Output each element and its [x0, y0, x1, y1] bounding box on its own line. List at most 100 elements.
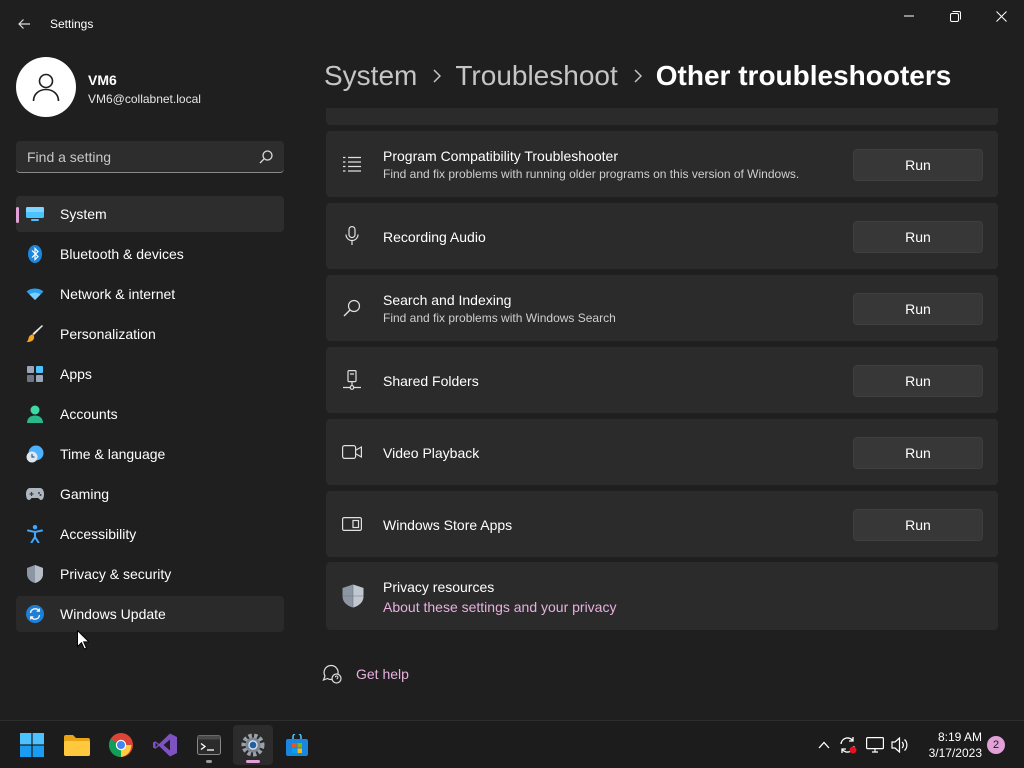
sidebar-item-bluetooth[interactable]: Bluetooth & devices	[16, 236, 284, 272]
sidebar-item-label: Apps	[60, 366, 92, 382]
run-button[interactable]: Run	[853, 437, 983, 469]
privacy-resources-card: Privacy resources About these settings a…	[326, 562, 998, 630]
store-icon	[286, 734, 308, 756]
settings-icon	[241, 733, 265, 757]
get-help-label: Get help	[356, 666, 409, 682]
taskbar-settings[interactable]	[233, 725, 273, 765]
bluetooth-icon	[26, 245, 44, 263]
sync-icon[interactable]	[838, 735, 858, 755]
sidebar-item-windows-update[interactable]: Windows Update	[16, 596, 284, 632]
run-button[interactable]: Run	[853, 365, 983, 397]
sidebar-item-network[interactable]: Network & internet	[16, 276, 284, 312]
sidebar-item-accessibility[interactable]: Accessibility	[16, 516, 284, 552]
sidebar-item-personalization[interactable]: Personalization	[16, 316, 284, 352]
avatar	[16, 57, 76, 117]
maximize-button[interactable]	[932, 2, 978, 30]
troubleshooter-card-video-playback: Video Playback Run	[326, 419, 998, 485]
file-explorer-icon	[64, 735, 90, 756]
restore-icon	[949, 10, 961, 22]
chevron-right-icon	[634, 69, 642, 83]
clock-globe-icon	[26, 445, 44, 463]
sidebar-item-label: Personalization	[60, 326, 156, 342]
start-icon	[20, 733, 44, 757]
help-chat-icon	[322, 664, 342, 684]
sidebar-item-privacy[interactable]: Privacy & security	[16, 556, 284, 592]
taskbar-file-explorer[interactable]	[57, 725, 97, 765]
update-icon	[26, 605, 44, 623]
shield-icon	[26, 565, 44, 583]
selection-indicator	[16, 207, 19, 223]
minimize-button[interactable]	[886, 2, 932, 30]
sidebar-item-system[interactable]: System	[16, 196, 284, 232]
accessibility-icon	[26, 525, 44, 543]
troubleshooter-card-recording-audio: Recording Audio Run	[326, 203, 998, 269]
close-button[interactable]	[978, 2, 1024, 30]
get-help-link[interactable]: Get help	[322, 664, 409, 684]
sidebar-item-label: Accessibility	[60, 526, 137, 542]
run-button[interactable]: Run	[853, 149, 983, 181]
visual-studio-icon	[153, 733, 177, 757]
card-title: Shared Folders	[383, 373, 479, 389]
brush-icon	[26, 325, 44, 343]
card-title: Program Compatibility Troubleshooter	[383, 148, 618, 164]
volume-icon[interactable]	[890, 735, 910, 755]
running-indicator	[206, 760, 212, 763]
sidebar-item-label: Windows Update	[60, 606, 166, 622]
taskbar-terminal[interactable]	[189, 725, 229, 765]
profile-name: VM6	[88, 72, 117, 88]
back-button[interactable]	[12, 12, 36, 36]
run-button[interactable]: Run	[853, 509, 983, 541]
taskbar-store[interactable]	[277, 725, 317, 765]
taskbar-clock[interactable]: 8:19 AM 3/17/2023	[916, 729, 982, 761]
card-title: Recording Audio	[383, 229, 486, 245]
privacy-link[interactable]: About these settings and your privacy	[383, 599, 616, 615]
sidebar-item-label: Time & language	[60, 446, 166, 462]
taskbar-chrome[interactable]	[101, 725, 141, 765]
minimize-icon	[904, 15, 914, 17]
clock-time: 8:19 AM	[937, 730, 982, 744]
wifi-icon	[26, 285, 44, 303]
sidebar-item-label: Network & internet	[60, 286, 176, 302]
card-title: Windows Store Apps	[383, 517, 513, 533]
run-button[interactable]: Run	[853, 293, 983, 325]
search-placeholder: Find a setting	[27, 149, 112, 165]
taskbar-visual-studio[interactable]	[145, 725, 185, 765]
troubleshooter-card-search-indexing: Search and Indexing Find and fix problem…	[326, 275, 998, 341]
sidebar-item-label: Accounts	[60, 406, 118, 422]
profile-email: VM6@collabnet.local	[88, 92, 201, 106]
sidebar-item-accounts[interactable]: Accounts	[16, 396, 284, 432]
breadcrumb-system[interactable]: System	[324, 60, 417, 92]
person-icon	[32, 73, 60, 102]
sidebar-item-gaming[interactable]: Gaming	[16, 476, 284, 512]
page-title: Other troubleshooters	[655, 60, 952, 91]
breadcrumb: System Troubleshoot Other troubleshooter…	[324, 58, 951, 94]
card-title: Search and Indexing	[383, 292, 512, 308]
settings-window: Settings VM6 VM6@collabnet.local Find a …	[0, 0, 1024, 720]
breadcrumb-troubleshoot[interactable]: Troubleshoot	[455, 60, 617, 92]
search-icon	[259, 150, 273, 164]
sidebar-nav: System Bluetooth & devices Network & int…	[16, 196, 284, 636]
chevron-up-icon[interactable]	[814, 735, 834, 755]
search-input[interactable]: Find a setting	[16, 141, 284, 173]
sidebar-item-time-language[interactable]: Time & language	[16, 436, 284, 472]
card-partial	[326, 108, 998, 125]
troubleshooter-card-shared-folders: Shared Folders Run	[326, 347, 998, 413]
monitor-icon	[26, 205, 44, 223]
network-icon[interactable]	[865, 735, 885, 755]
app-title: Settings	[50, 17, 94, 31]
chrome-icon	[109, 733, 133, 757]
arrow-left-icon	[18, 19, 30, 29]
card-description: Find and fix problems with Windows Searc…	[383, 311, 616, 325]
chevron-right-icon	[433, 69, 442, 83]
notification-badge[interactable]: 2	[987, 736, 1005, 754]
troubleshooter-card-program-compatibility: Program Compatibility Troubleshooter Fin…	[326, 131, 998, 197]
apps-icon	[26, 365, 44, 383]
person-icon	[26, 405, 44, 423]
card-title: Video Playback	[383, 445, 480, 461]
run-button[interactable]: Run	[853, 221, 983, 253]
video-icon	[342, 442, 362, 462]
sidebar-item-apps[interactable]: Apps	[16, 356, 284, 392]
user-profile[interactable]: VM6 VM6@collabnet.local	[16, 57, 286, 117]
start-button[interactable]	[12, 725, 52, 765]
list-icon	[342, 154, 362, 174]
